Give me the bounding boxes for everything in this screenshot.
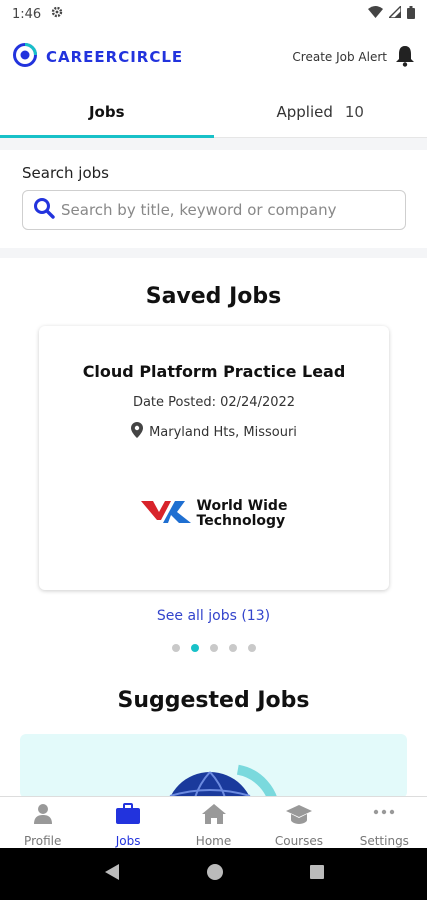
status-time: 1:46: [12, 6, 42, 22]
tab-applied-count: 10: [344, 102, 364, 121]
tab-applied-label: Applied: [276, 102, 333, 121]
graduation-cap-icon: [285, 803, 313, 828]
bottom-nav: Profile Jobs Home Courses Settings: [0, 796, 427, 848]
battery-icon: [407, 5, 415, 23]
android-nav-bar: [0, 848, 427, 900]
jobs-tabs: Jobs Applied 10: [0, 86, 427, 138]
nav-jobs[interactable]: Jobs: [85, 797, 170, 848]
saved-job-card[interactable]: Cloud Platform Practice Lead Date Posted…: [39, 326, 389, 590]
company-name: World Wide Technology: [197, 499, 288, 529]
job-title: Cloud Platform Practice Lead: [82, 362, 346, 381]
suggested-jobs-title: Suggested Jobs: [117, 688, 310, 713]
suggested-job-card[interactable]: [20, 734, 407, 798]
careercircle-logo[interactable]: CAREERCIRCLE: [12, 42, 183, 72]
pager-dot[interactable]: [247, 644, 256, 652]
saved-jobs-title: Saved Jobs: [145, 284, 282, 309]
location-pin-icon: [131, 422, 144, 442]
person-icon: [32, 803, 54, 828]
nav-home-label: Home: [195, 834, 232, 848]
search-input[interactable]: [61, 201, 395, 219]
job-location-text: Maryland Hts, Missouri: [149, 424, 297, 440]
logo-mark-icon: [12, 42, 38, 72]
home-circle-icon[interactable]: [206, 863, 224, 885]
nav-courses-label: Courses: [274, 834, 323, 848]
nav-settings-label: Settings: [359, 834, 409, 848]
search-icon: [33, 197, 55, 223]
home-icon: [201, 803, 227, 828]
nav-courses[interactable]: Courses: [256, 797, 341, 848]
back-icon[interactable]: [103, 863, 121, 885]
nav-home[interactable]: Home: [171, 797, 256, 848]
nav-profile[interactable]: Profile: [0, 797, 85, 848]
status-bar: 1:46: [0, 0, 427, 28]
nav-jobs-label: Jobs: [115, 834, 141, 848]
company-name-line-2: Technology: [196, 513, 286, 529]
tab-jobs[interactable]: Jobs: [0, 86, 214, 138]
pager-dot-active[interactable]: [190, 644, 199, 652]
recents-icon[interactable]: [309, 864, 325, 884]
create-job-alert-button[interactable]: Create Job Alert: [292, 45, 415, 70]
signal-icon: [387, 4, 402, 22]
pager-dot[interactable]: [228, 644, 237, 652]
job-location: Maryland Hts, Missouri: [39, 422, 389, 442]
create-job-alert-label: Create Job Alert: [292, 50, 387, 64]
settings-gear-icon: [51, 6, 63, 22]
wwt-logo-mark-icon: [140, 498, 193, 530]
tab-jobs-label: Jobs: [88, 102, 125, 121]
company-logo: World Wide Technology: [39, 498, 389, 530]
briefcase-icon: [115, 803, 141, 828]
pager-dot[interactable]: [171, 644, 180, 652]
pager-dot[interactable]: [209, 644, 218, 652]
more-icon: [372, 803, 396, 828]
search-section: Search jobs: [0, 150, 427, 248]
nav-profile-label: Profile: [24, 834, 62, 848]
saved-jobs-section: Saved Jobs Cloud Platform Practice Lead …: [0, 258, 427, 798]
app-header: CAREERCIRCLE Create Job Alert: [0, 28, 427, 86]
tab-applied[interactable]: Applied 10: [214, 86, 427, 137]
company-name-line-1: World Wide: [196, 498, 288, 514]
carousel-pager: [0, 644, 427, 652]
bell-icon: [395, 45, 415, 70]
search-label: Search jobs: [22, 164, 109, 182]
brand-name: CAREERCIRCLE: [46, 48, 184, 66]
wifi-icon: [368, 6, 383, 22]
see-all-jobs-link[interactable]: See all jobs (13): [0, 608, 427, 624]
nav-settings[interactable]: Settings: [342, 797, 427, 848]
job-date-posted: Date Posted: 02/24/2022: [132, 395, 296, 410]
search-box[interactable]: [22, 190, 406, 230]
